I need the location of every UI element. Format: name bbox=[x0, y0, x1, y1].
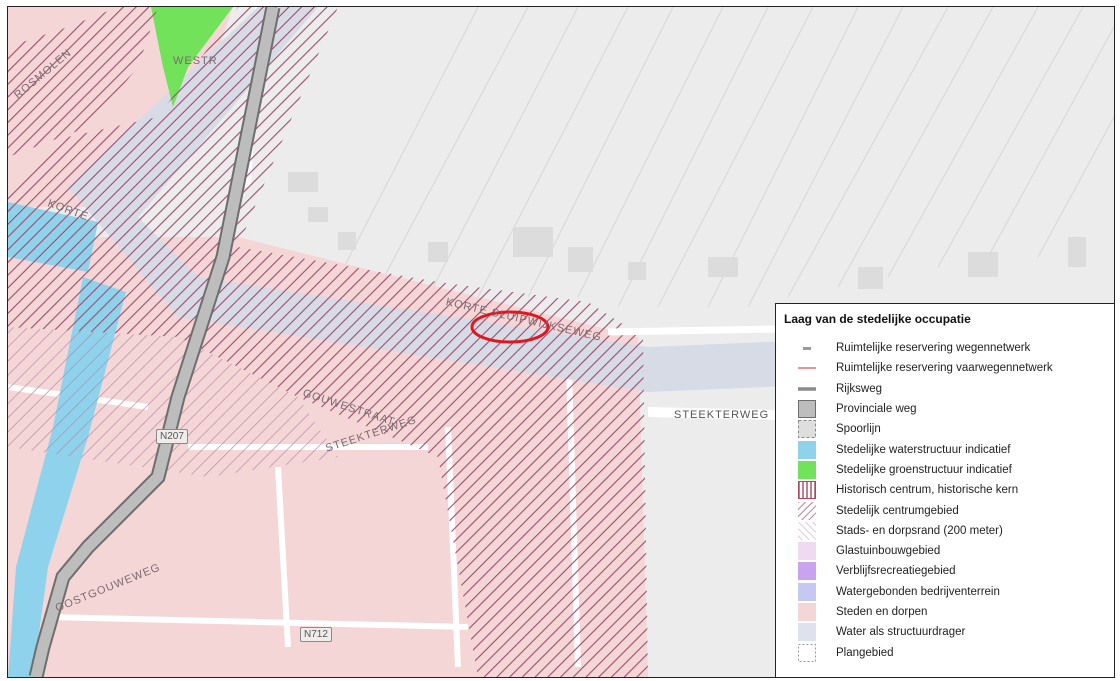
plan-area-symbol bbox=[798, 643, 816, 662]
historic-centre-symbol bbox=[798, 481, 816, 500]
legend-item: Rijksweg bbox=[784, 379, 1106, 399]
provincial-road-symbol bbox=[798, 400, 816, 419]
legend-item: Steden en dorpen bbox=[784, 602, 1106, 622]
water-industry-symbol bbox=[798, 582, 816, 601]
legend-item: Plangebied bbox=[784, 642, 1106, 662]
legend-item: Historisch centrum, historische kern bbox=[784, 480, 1106, 500]
legend-item-label: Stedelijke groenstructuur indicatief bbox=[836, 463, 1012, 476]
street-label-westr: WESTR bbox=[173, 55, 218, 67]
rijksweg-symbol bbox=[798, 380, 816, 398]
legend-item: Ruimtelijke reservering vaarwegennetwerk bbox=[784, 358, 1106, 378]
legend-item-label: Ruimtelijke reservering wegennetwerk bbox=[836, 342, 1031, 355]
legend-item-label: Glastuinbouwgebied bbox=[836, 545, 941, 558]
legend-item: Spoorlijn bbox=[784, 419, 1106, 439]
legend-item: Stedelijke waterstructuur indicatief bbox=[784, 439, 1106, 459]
legend-item-label: Historisch centrum, historische kern bbox=[836, 484, 1019, 497]
legend-item-label: Verblijfsrecreatiegebied bbox=[836, 565, 956, 578]
legend-item-label: Stedelijk centrumgebied bbox=[836, 504, 959, 517]
greenhouse-area-symbol bbox=[798, 542, 816, 561]
legend-item-label: Ruimtelijke reservering vaarwegennetwerk bbox=[836, 362, 1053, 375]
legend-item-label: Stedelijke waterstructuur indicatief bbox=[836, 443, 1011, 456]
legend-item: Watergebonden bedrijventerrein bbox=[784, 582, 1106, 602]
legend-item: Water als structuurdrager bbox=[784, 622, 1106, 642]
legend-item-label: Water als structuurdrager bbox=[836, 626, 966, 639]
road-shield-n712: N712 bbox=[300, 627, 332, 642]
waterway-reservation-symbol bbox=[798, 359, 816, 377]
railway-symbol bbox=[798, 420, 816, 439]
legend-item-label: Plangebied bbox=[836, 646, 894, 659]
urban-green-symbol bbox=[798, 460, 816, 479]
legend-item: Ruimtelijke reservering wegennetwerk bbox=[784, 338, 1106, 358]
urban-edge-symbol bbox=[798, 521, 816, 540]
legend-item-label: Spoorlijn bbox=[836, 423, 881, 436]
legend-item: Stads- en dorpsrand (200 meter) bbox=[784, 521, 1106, 541]
legend-item-label: Steden en dorpen bbox=[836, 606, 928, 618]
legend-item: Stedelijke groenstructuur indicatief bbox=[784, 460, 1106, 480]
towns-villages-symbol bbox=[798, 603, 816, 621]
recreation-area-symbol bbox=[798, 562, 816, 581]
road-shield-n207: N207 bbox=[156, 429, 188, 444]
legend-item: Provinciale weg bbox=[784, 399, 1106, 419]
legend-item-label: Provinciale weg bbox=[836, 403, 917, 416]
legend-item-label: Stads- en dorpsrand (200 meter) bbox=[836, 524, 1003, 537]
urban-water-symbol bbox=[798, 440, 816, 459]
water-structure-symbol bbox=[798, 623, 816, 642]
legend-item: Glastuinbouwgebied bbox=[784, 541, 1106, 561]
legend-item: Stedelijk centrumgebied bbox=[784, 500, 1106, 520]
map-legend: Laag van de stedelijke occupatie Ruimtel… bbox=[775, 303, 1114, 677]
map-frame[interactable]: ROSMOLEN KORTE WESTR KORTE SLUIPWIJKSEWE… bbox=[7, 6, 1115, 678]
road-reservation-symbol bbox=[798, 339, 816, 357]
legend-item-label: Watergebonden bedrijventerrein bbox=[836, 585, 1000, 598]
street-label-steekterweg-east: STEEKTERWEG bbox=[674, 409, 770, 421]
road-korte-sluipwijkseweg bbox=[607, 325, 779, 336]
legend-title: Laag van de stedelijke occupatie bbox=[784, 312, 971, 326]
legend-item-label: Rijksweg bbox=[836, 382, 883, 395]
urban-centre-symbol bbox=[798, 501, 816, 520]
legend-item: Verblijfsrecreatiegebied bbox=[784, 561, 1106, 581]
